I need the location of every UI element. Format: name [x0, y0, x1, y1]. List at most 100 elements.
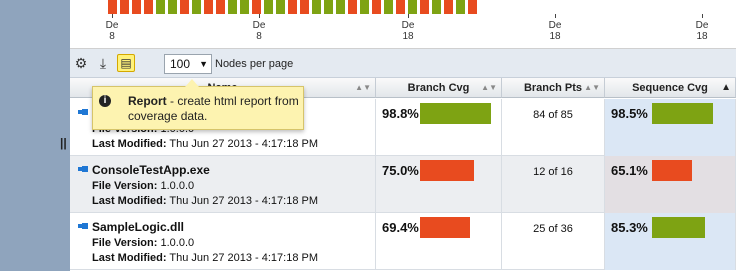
file-version: File Version: 1.0.0.0	[92, 180, 195, 192]
branch-pts-value: 84 of 85	[533, 109, 573, 121]
sequence-cvg-bar	[652, 160, 692, 181]
timeline-bar	[336, 0, 345, 14]
sort-icon: ▲▼	[584, 83, 600, 92]
timeline-bar	[228, 0, 237, 14]
branch-pts-cell: 84 of 85	[502, 99, 605, 156]
branch-cvg-bar	[420, 160, 474, 181]
branch-cvg-cell: 75.0%	[376, 156, 502, 213]
tooltip-title: Report	[128, 94, 167, 108]
timeline-bar	[216, 0, 225, 14]
assembly-name[interactable]: ConsoleTestApp.exe	[92, 163, 210, 177]
column-header-branch-cvg[interactable]: Branch Cvg ▲▼	[376, 78, 502, 98]
timeline-bar	[252, 0, 261, 14]
timeline-bar	[444, 0, 453, 14]
timeline-bar	[120, 0, 129, 14]
timeline-tick	[702, 14, 703, 18]
assembly-icon	[78, 109, 88, 117]
sort-icon: ▲▼	[481, 83, 497, 92]
assembly-name[interactable]: SampleLogic.dll	[92, 220, 184, 234]
timeline-bar	[144, 0, 153, 14]
timeline-bar	[240, 0, 249, 14]
branch-pts-cell: 25 of 36	[502, 213, 605, 270]
timeline-bar	[408, 0, 417, 14]
sequence-cvg-cell: 85.3%	[605, 213, 736, 270]
branch-cvg-bar	[420, 217, 470, 238]
branch-cvg-bar	[420, 103, 491, 124]
sequence-cvg-bar	[652, 217, 705, 238]
name-cell[interactable]: ConsoleTestApp.exe File Version: 1.0.0.0 L…	[70, 156, 376, 213]
timeline-bar	[204, 0, 213, 14]
timeline-bar	[192, 0, 201, 14]
report-icon[interactable]: ▤	[117, 54, 135, 72]
timeline-bar	[396, 0, 405, 14]
timeline-bar	[156, 0, 165, 14]
timeline-bar	[348, 0, 357, 14]
column-header-branch-pts-label: Branch Pts	[523, 82, 583, 94]
branch-cvg-value: 75.0%	[382, 163, 419, 178]
tooltip-text: Report - create html report from coverag…	[128, 94, 300, 124]
table-row[interactable]: SampleLogic.dll File Version: 1.0.0.0 Last…	[70, 213, 736, 270]
timeline-bar	[288, 0, 297, 14]
sequence-cvg-value: 98.5%	[611, 106, 648, 121]
timeline-bar	[300, 0, 309, 14]
timeline-bar	[312, 0, 321, 14]
report-tooltip: i Report - create html report from cover…	[92, 79, 304, 130]
page-size-value: 100	[170, 57, 191, 71]
branch-pts-value: 12 of 16	[533, 166, 573, 178]
branch-cvg-cell: 69.4%	[376, 213, 502, 270]
sequence-cvg-cell: 98.5%	[605, 99, 736, 156]
column-header-branch-pts[interactable]: Branch Pts ▲▼	[502, 78, 605, 98]
name-cell[interactable]: SampleLogic.dll File Version: 1.0.0.0 Last…	[70, 213, 376, 270]
timeline-bar	[468, 0, 477, 14]
timeline-bar	[360, 0, 369, 14]
timeline-bar	[276, 0, 285, 14]
column-header-sequence-cvg[interactable]: Sequence Cvg ▲	[605, 78, 736, 98]
toolbar: ⚙ ⤓ ▤ 100 ▼ Nodes per page	[70, 49, 736, 78]
sequence-cvg-bar	[652, 103, 713, 124]
download-icon[interactable]: ⤓	[95, 55, 111, 71]
timeline-bar	[108, 0, 117, 14]
branch-pts-value: 25 of 36	[533, 223, 573, 235]
timeline-bar	[324, 0, 333, 14]
timeline-tick-label: De 8	[252, 20, 266, 42]
nodes-per-page-label: Nodes per page	[215, 58, 294, 70]
branch-cvg-value: 69.4%	[382, 220, 419, 235]
file-version: File Version: 1.0.0.0	[92, 237, 195, 249]
sequence-cvg-value: 85.3%	[611, 220, 648, 235]
sequence-cvg-cell: 65.1%	[605, 156, 736, 213]
timeline-bar	[132, 0, 141, 14]
timeline-tick-label: De 8	[105, 20, 119, 42]
timeline-bar	[180, 0, 189, 14]
timeline-tick-label: De 18	[548, 20, 562, 42]
branch-cvg-cell: 98.8%	[376, 99, 502, 156]
info-icon: i	[99, 95, 111, 107]
sort-ascending-icon: ▲	[721, 82, 731, 93]
chevron-down-icon: ▼	[199, 59, 208, 69]
column-header-sequence-cvg-label: Sequence Cvg	[632, 82, 708, 94]
timeline-bar	[456, 0, 465, 14]
timeline-tick-label: De 18	[401, 20, 415, 42]
last-modified: Last Modified: Thu Jun 27 2013 - 4:17:18…	[92, 195, 319, 207]
assembly-icon	[78, 166, 88, 174]
timeline-bar	[420, 0, 429, 14]
assembly-icon	[78, 223, 88, 231]
sequence-cvg-value: 65.1%	[611, 163, 648, 178]
page-size-select[interactable]: 100 ▼	[164, 54, 212, 74]
branch-pts-cell: 12 of 16	[502, 156, 605, 213]
last-modified: Last Modified: Thu Jun 27 2013 - 4:17:18…	[92, 138, 319, 150]
timeline-bar	[372, 0, 381, 14]
table-row[interactable]: ConsoleTestApp.exe File Version: 1.0.0.0 L…	[70, 156, 736, 213]
sort-icon: ▲▼	[355, 83, 371, 92]
branch-cvg-value: 98.8%	[382, 106, 419, 121]
gear-icon[interactable]: ⚙	[73, 55, 89, 71]
timeline-bar	[264, 0, 273, 14]
timeline-tick-label: De 18	[695, 20, 709, 42]
timeline-bar	[384, 0, 393, 14]
timeline-chart: De 8 De 8 De 18 De 18 De 18	[70, 0, 736, 49]
pause-icon[interactable]: ||	[60, 136, 67, 150]
timeline-bar	[432, 0, 441, 14]
column-header-branch-cvg-label: Branch Cvg	[407, 82, 470, 94]
last-modified: Last Modified: Thu Jun 27 2013 - 4:17:18…	[92, 252, 319, 264]
tooltip-arrow	[185, 79, 199, 87]
timeline-bar	[168, 0, 177, 14]
